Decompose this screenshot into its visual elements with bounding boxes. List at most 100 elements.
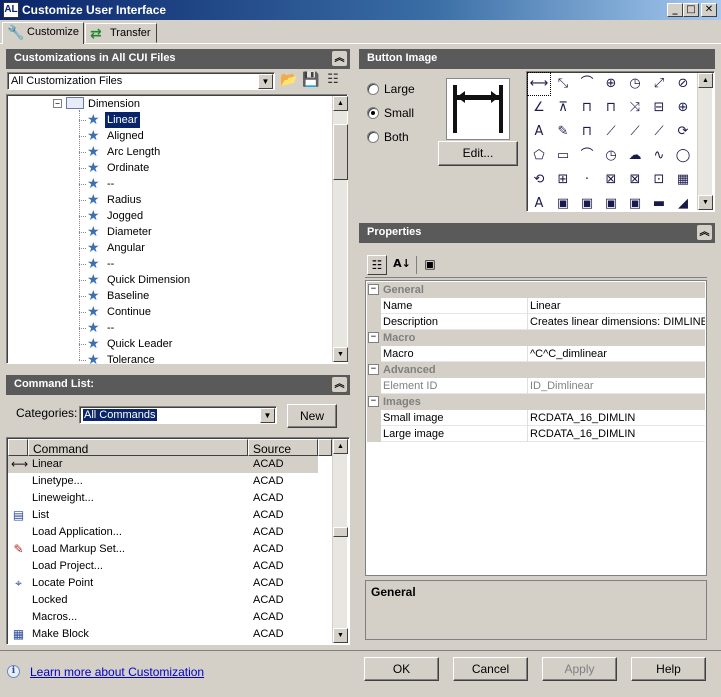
help-button[interactable]: Help bbox=[631, 657, 706, 681]
tree-scrollbar[interactable]: ▲ ▼ bbox=[332, 96, 348, 362]
button-image-icon[interactable]: ▦ bbox=[672, 169, 694, 191]
table-row[interactable]: Macros... ACAD bbox=[8, 609, 318, 626]
property-row[interactable]: Macro ^C^C_dimlinear bbox=[367, 346, 705, 362]
button-image-icon[interactable]: ∠ bbox=[528, 97, 550, 119]
button-image-icon[interactable]: ⬠ bbox=[528, 145, 550, 167]
button-image-icon[interactable]: ◢ bbox=[672, 193, 694, 215]
tab-customize[interactable]: 🔧 Customize bbox=[2, 22, 84, 44]
button-image-icon[interactable]: ⟳ bbox=[672, 121, 694, 143]
tree-item[interactable]: -- bbox=[107, 256, 114, 272]
button-image-icon[interactable]: ⊓ bbox=[600, 97, 622, 119]
tree-item[interactable]: Quick Dimension bbox=[107, 272, 190, 288]
scroll-down-icon[interactable]: ▼ bbox=[698, 195, 713, 210]
table-row[interactable]: ⌖ Locate Point ACAD bbox=[8, 575, 318, 592]
display-filters-icon[interactable]: ☷ bbox=[324, 72, 342, 90]
tree-item[interactable]: -- bbox=[107, 320, 114, 336]
button-image-icon[interactable]: ▭ bbox=[552, 145, 574, 167]
table-row[interactable]: ▦ Make Block ACAD bbox=[8, 626, 318, 643]
property-row[interactable]: Element ID ID_Dimlinear bbox=[367, 378, 705, 394]
command-list-scrollbar[interactable]: ▲ ▼ bbox=[332, 439, 348, 643]
tree-parent-dimension[interactable]: Dimension bbox=[88, 96, 140, 112]
chevron-down-icon[interactable]: ▼ bbox=[258, 74, 273, 89]
button-image-icon[interactable]: · bbox=[576, 169, 598, 191]
categorized-icon[interactable]: ☷ bbox=[367, 255, 387, 275]
property-row[interactable]: Description Creates linear dimensions: DI… bbox=[367, 314, 705, 330]
button-image-icon[interactable]: ⊠ bbox=[624, 169, 646, 191]
button-image-icon[interactable]: ▣ bbox=[552, 193, 574, 215]
tree-collapse-toggle[interactable]: − bbox=[53, 99, 62, 108]
button-image-icon[interactable]: ▣ bbox=[624, 193, 646, 215]
button-image-icon[interactable]: ⤨ bbox=[624, 97, 646, 119]
button-image-icon[interactable]: ⊕ bbox=[600, 73, 622, 95]
property-value[interactable]: RCDATA_16_DIMLIN bbox=[527, 426, 705, 442]
button-image-icon[interactable]: ⊡ bbox=[648, 169, 670, 191]
button-image-icon[interactable]: ☁ bbox=[624, 145, 646, 167]
column-command[interactable]: Command bbox=[28, 439, 248, 456]
button-image-icon[interactable]: ▬ bbox=[648, 193, 670, 215]
collapse-icon[interactable]: − bbox=[368, 284, 379, 295]
button-image-icon[interactable]: ⊓ bbox=[576, 97, 598, 119]
table-row[interactable]: ✎ Load Markup Set... ACAD bbox=[8, 541, 318, 558]
tree-item[interactable]: Diameter bbox=[107, 224, 152, 240]
property-value[interactable]: Linear bbox=[527, 298, 705, 314]
button-image-icon[interactable]: ◯ bbox=[672, 145, 694, 167]
property-row[interactable]: Small image RCDATA_16_DIMLIN bbox=[367, 410, 705, 426]
tree-item[interactable]: Jogged bbox=[107, 208, 143, 224]
button-image-icon[interactable]: ⤢ bbox=[648, 73, 670, 95]
tree-item[interactable]: Arc Length bbox=[107, 144, 160, 160]
tree-item[interactable]: Radius bbox=[107, 192, 141, 208]
property-category[interactable]: − General bbox=[367, 282, 705, 298]
ok-button[interactable]: OK bbox=[364, 657, 439, 681]
column-source[interactable]: Source bbox=[248, 439, 318, 456]
button-image-icon[interactable]: ⌒ bbox=[576, 145, 598, 167]
sort-alphabetical-icon[interactable]: A↓ bbox=[392, 255, 412, 275]
property-value[interactable]: ^C^C_dimlinear bbox=[527, 346, 705, 362]
button-image-icon[interactable]: ◷ bbox=[624, 73, 646, 95]
categories-select[interactable]: All Commands ▼ bbox=[79, 406, 277, 424]
radio-small[interactable] bbox=[367, 107, 379, 119]
customizations-tree[interactable] bbox=[6, 94, 348, 364]
image-list-scrollbar[interactable]: ▲ ▼ bbox=[697, 73, 713, 210]
close-button[interactable]: ✕ bbox=[701, 3, 717, 17]
scroll-down-icon[interactable]: ▼ bbox=[333, 628, 348, 643]
property-value[interactable]: ID_Dimlinear bbox=[527, 378, 705, 394]
collapse-icon[interactable]: − bbox=[368, 396, 379, 407]
button-image-icon[interactable]: ⤡ bbox=[552, 73, 574, 95]
collapse-icon[interactable]: − bbox=[368, 332, 379, 343]
property-category[interactable]: − Images bbox=[367, 394, 705, 410]
button-image-icon[interactable]: ⊘ bbox=[672, 73, 694, 95]
collapse-icon[interactable]: ︽ bbox=[332, 377, 347, 392]
button-image-icon[interactable]: ⟋ bbox=[648, 121, 670, 143]
table-row[interactable]: Linetype... ACAD bbox=[8, 473, 318, 490]
property-category[interactable]: − Advanced bbox=[367, 362, 705, 378]
property-category[interactable]: − Macro bbox=[367, 330, 705, 346]
button-image-icon[interactable]: ⌒ bbox=[576, 73, 598, 95]
button-image-icon[interactable]: ✎ bbox=[552, 121, 574, 143]
collapse-icon[interactable]: ︽ bbox=[332, 51, 347, 66]
property-row[interactable]: Name Linear bbox=[367, 298, 705, 314]
edit-image-button[interactable]: Edit... bbox=[438, 141, 518, 166]
tree-item[interactable]: Linear bbox=[105, 112, 140, 128]
tree-item[interactable]: Continue bbox=[107, 304, 151, 320]
minimize-button[interactable]: _ bbox=[667, 3, 683, 17]
new-command-button[interactable]: New bbox=[287, 404, 337, 428]
table-row[interactable]: Locked ACAD bbox=[8, 592, 318, 609]
collapse-icon[interactable]: ︽ bbox=[697, 225, 712, 240]
button-image-icon[interactable]: ⊓ bbox=[576, 121, 598, 143]
tree-item[interactable]: Baseline bbox=[107, 288, 149, 304]
tree-item[interactable]: Aligned bbox=[107, 128, 144, 144]
button-image-icon[interactable]: ◷ bbox=[600, 145, 622, 167]
tree-item[interactable]: -- bbox=[107, 176, 114, 192]
button-image-icon[interactable]: ⟲ bbox=[528, 169, 550, 191]
table-row[interactable]: Lineweight... ACAD bbox=[8, 490, 318, 507]
button-image-icon[interactable]: ⊟ bbox=[648, 97, 670, 119]
button-image-icon[interactable]: ▣ bbox=[600, 193, 622, 215]
learn-more-link[interactable]: Learn more about Customization bbox=[30, 665, 204, 679]
property-row[interactable]: Large image RCDATA_16_DIMLIN bbox=[367, 426, 705, 442]
tree-item[interactable]: Tolerance bbox=[107, 352, 155, 368]
button-image-icon[interactable]: ⊠ bbox=[600, 169, 622, 191]
scroll-up-icon[interactable]: ▲ bbox=[333, 96, 348, 111]
button-image-icon[interactable]: A bbox=[528, 121, 550, 143]
scroll-thumb[interactable] bbox=[333, 527, 348, 537]
radio-large[interactable] bbox=[367, 83, 379, 95]
